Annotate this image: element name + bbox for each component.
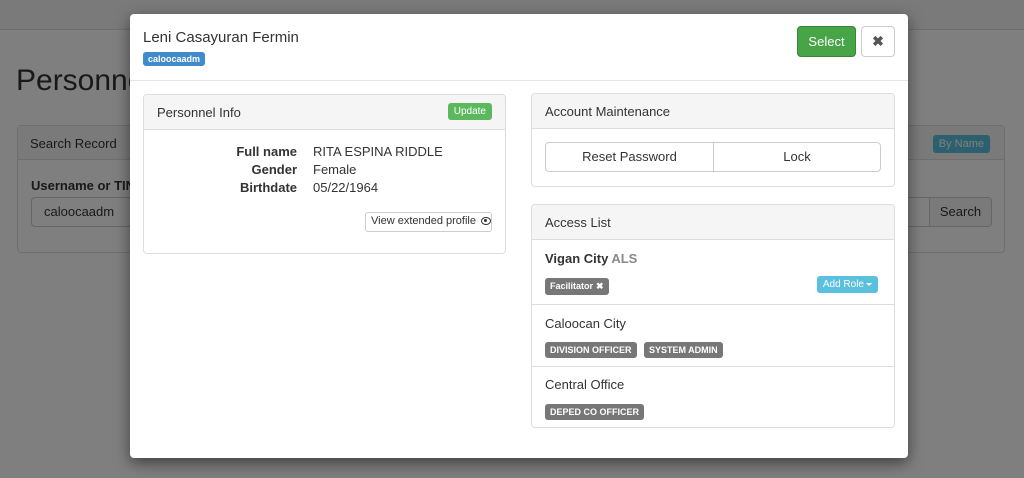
access-item-caloocan: Caloocan City DIVISION OFFICER SYSTEM AD… (532, 304, 894, 366)
close-icon: ✖ (872, 33, 884, 49)
lock-button[interactable]: Lock (713, 142, 881, 172)
modal-header: Leni Casayuran Fermin caloocaadm Select … (130, 14, 908, 81)
modal-title: Leni Casayuran Fermin (143, 29, 299, 46)
close-button[interactable]: ✖ (861, 26, 895, 57)
role-tag-deped-co-officer: DEPED CO OFFICER (545, 404, 645, 420)
role-tag-label: Facilitator (550, 281, 594, 291)
role-tag-facilitator: Facilitator ✖ (545, 278, 609, 295)
personnel-info-panel: Personnel Info Update Full name RITA ESP… (143, 94, 506, 254)
account-maintenance-panel: Account Maintenance Reset Password Lock (531, 93, 895, 187)
access-location: Vigan City (545, 251, 609, 266)
info-value: 05/22/1964 (313, 180, 379, 195)
access-item-name: Vigan City ALS (545, 251, 637, 266)
update-button[interactable]: Update (447, 103, 492, 120)
personnel-info-heading: Personnel Info Update (144, 95, 505, 130)
access-list-panel: Access List Vigan City ALS Facilitator ✖ A… (531, 204, 895, 428)
access-item-central-office: Central Office DEPED CO OFFICER (532, 366, 894, 427)
info-label: Full name (236, 144, 297, 159)
personnel-modal: Leni Casayuran Fermin caloocaadm Select … (130, 14, 908, 458)
access-list-heading: Access List (532, 205, 894, 240)
role-tag-division-officer: DIVISION OFFICER (545, 342, 637, 358)
username-badge: caloocaadm (143, 52, 206, 66)
info-value: Female (313, 162, 357, 177)
view-extended-profile-button[interactable]: View extended profile (365, 212, 492, 232)
add-role-label: Add Role (822, 279, 864, 290)
access-location: Central Office (545, 377, 625, 392)
info-row-gender: Gender Female (144, 162, 507, 180)
view-extended-profile-label: View extended profile (371, 215, 476, 227)
info-label: Birthdate (239, 180, 297, 195)
remove-role-icon[interactable]: ✖ (596, 281, 604, 291)
info-row-birthdate: Birthdate 05/22/1964 (144, 180, 507, 198)
info-label: Gender (251, 162, 297, 177)
eye-icon (481, 217, 492, 226)
role-tag-system-admin: SYSTEM ADMIN (644, 342, 723, 358)
reset-password-button[interactable]: Reset Password (545, 142, 714, 172)
personnel-info-title: Personnel Info (157, 105, 241, 120)
add-role-button[interactable]: Add Role (816, 276, 878, 293)
account-maintenance-heading: Account Maintenance (532, 94, 894, 129)
select-button[interactable]: Select (797, 26, 856, 57)
access-item-vigan: Vigan City ALS Facilitator ✖ Add Role (532, 240, 894, 304)
info-row-fullname: Full name RITA ESPINA RIDDLE (144, 144, 507, 162)
chevron-down-icon (866, 282, 872, 286)
info-value: RITA ESPINA RIDDLE (313, 144, 443, 159)
access-type: ALS (611, 251, 638, 266)
access-location: Caloocan City (545, 316, 626, 331)
